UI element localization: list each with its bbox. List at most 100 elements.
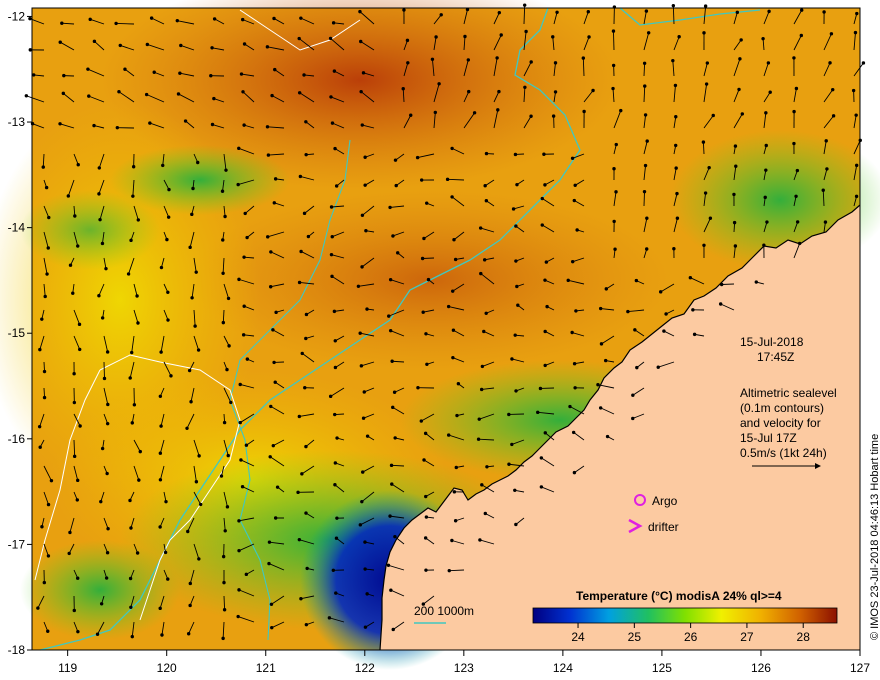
velocity-vector-head <box>446 433 451 437</box>
velocity-vector-head <box>123 67 127 71</box>
velocity-vector-head <box>766 61 771 65</box>
velocity-vector-head <box>514 259 518 263</box>
velocity-vector-head <box>117 89 121 94</box>
velocity-vector-head <box>237 277 241 282</box>
velocity-vector-head <box>100 446 105 451</box>
velocity-vector-head <box>239 458 243 462</box>
velocity-vector-head <box>545 304 549 309</box>
velocity-vector-head <box>106 402 110 407</box>
velocity-vector-head <box>480 483 484 487</box>
velocity-vector-head <box>761 36 765 41</box>
velocity-vector-head <box>422 458 426 462</box>
velocity-vector-head <box>388 205 392 210</box>
velocity-vector-head <box>47 215 51 220</box>
velocity-vector-head <box>633 328 637 332</box>
velocity-vector-head <box>242 255 246 259</box>
credit-text: © IMOS 23-Jul-2018 04:46:13 Hobart time <box>869 434 880 640</box>
velocity-vector-head <box>631 416 635 421</box>
velocity-vector-head <box>245 235 249 240</box>
velocity-vector-head <box>297 414 302 419</box>
velocity-vector-head <box>515 284 519 289</box>
velocity-vector-head <box>794 194 798 199</box>
velocity-vector-head <box>299 249 303 254</box>
velocity-vector-head <box>222 420 227 425</box>
velocity-vector-head <box>179 43 183 48</box>
velocity-vector-head <box>644 9 649 13</box>
velocity-vector-head <box>163 550 168 555</box>
velocity-vector-head <box>482 258 487 262</box>
velocity-vector-head <box>828 61 832 65</box>
velocity-vector <box>643 191 645 207</box>
velocity-vector-head <box>764 143 768 148</box>
velocity-vector-head <box>118 43 122 48</box>
velocity-vector-head <box>575 228 579 232</box>
velocity-vector-head <box>853 30 858 35</box>
velocity-vector-head <box>72 608 76 613</box>
velocity-vector-head <box>273 177 278 181</box>
velocity-vector-head <box>304 511 308 515</box>
velocity-vector-head <box>702 31 706 35</box>
velocity-vector-head <box>97 192 101 196</box>
velocity-vector-head <box>484 151 489 156</box>
velocity-vector-head <box>799 33 804 38</box>
velocity-vector-head <box>333 483 337 487</box>
velocity-vector-head <box>188 581 193 586</box>
velocity-vector-head <box>675 216 680 220</box>
velocity-vector-head <box>611 29 616 33</box>
velocity-vector-head <box>703 4 708 8</box>
velocity-vector-head <box>221 636 225 641</box>
velocity-vector-head <box>734 164 738 168</box>
velocity-vector-head <box>194 480 199 484</box>
velocity-vector-head <box>38 445 42 449</box>
x-tick-label: 124 <box>553 661 573 675</box>
velocity-vector-head <box>485 465 489 469</box>
velocity-vector-head <box>635 365 639 370</box>
velocity-vector-head <box>672 247 676 251</box>
sst-green-southwest <box>20 540 180 640</box>
velocity-vector-head <box>795 220 800 224</box>
velocity-vector-head <box>394 183 398 188</box>
velocity-vector-head <box>334 536 339 540</box>
velocity-vector-head <box>104 266 108 271</box>
velocity-vector-head <box>300 472 304 476</box>
velocity-vector-head <box>479 271 483 276</box>
velocity-vector-head <box>671 3 676 8</box>
velocity-vector-head <box>362 390 366 394</box>
velocity-vector-head <box>219 474 224 478</box>
velocity-vector-head <box>242 304 246 308</box>
velocity-vector-head <box>765 220 769 224</box>
velocity-vector-head <box>210 122 215 127</box>
velocity-vector-head <box>360 265 364 269</box>
altimetry-line-2: (0.1m contours) <box>740 401 824 415</box>
velocity-vector-head <box>424 494 428 499</box>
velocity-vector-head <box>95 632 100 636</box>
velocity-vector-head <box>365 592 369 596</box>
velocity-vector-head <box>272 201 277 205</box>
velocity-vector-head <box>572 362 577 366</box>
velocity-vector-head <box>365 307 369 311</box>
velocity-vector-head <box>363 625 368 629</box>
velocity-vector-head <box>586 10 590 14</box>
velocity-vector-head <box>46 502 51 507</box>
velocity-vector-head <box>58 40 62 44</box>
velocity-vector-head <box>304 622 309 627</box>
altimetry-line-5: 0.5m/s (1kt 24h) <box>740 446 827 460</box>
velocity-vector-head <box>268 455 272 459</box>
velocity-vector-head <box>821 188 825 192</box>
velocity-vector-head <box>387 314 391 318</box>
velocity-vector-head <box>100 316 105 320</box>
velocity-vector-head <box>360 499 364 504</box>
velocity-vector-head <box>646 31 651 35</box>
velocity-vector-head <box>453 519 458 523</box>
velocity-vector-head <box>365 434 370 438</box>
velocity-vector-head <box>466 58 470 62</box>
velocity-vector-head <box>268 285 273 289</box>
velocity-vector-head <box>447 568 451 573</box>
velocity-vector-head <box>223 529 227 533</box>
velocity-vector-head <box>300 351 304 356</box>
velocity-vector-head <box>273 67 277 72</box>
velocity-vector-head <box>499 33 503 37</box>
velocity-vector-head <box>222 608 227 612</box>
velocity-vector-head <box>539 456 544 460</box>
x-tick-label: 122 <box>355 661 375 675</box>
